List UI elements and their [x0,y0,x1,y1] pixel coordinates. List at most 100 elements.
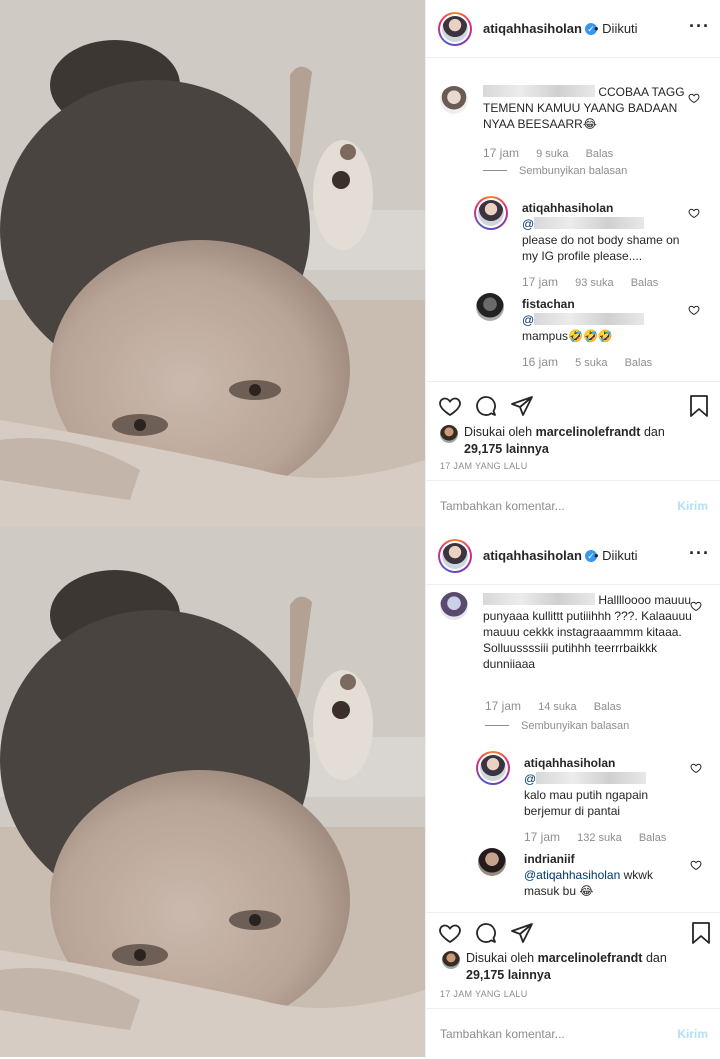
reply-author-avatar[interactable] [476,751,510,785]
likes-count[interactable]: 29,175 lainnya [466,968,551,982]
reply-button[interactable]: Balas [631,277,659,289]
comment-body: CCOBAA TAGG TEMENN KAMUU YAANG BADAAN NY… [483,84,693,132]
reply-meta: 17 jam 93 suka Balas [522,275,672,289]
mention-link[interactable]: @ [524,772,536,786]
hide-replies-button[interactable]: Sembunyikan balasan [485,720,629,732]
reply-username[interactable]: atiqahhasiholan [524,755,684,771]
like-heart-icon[interactable] [438,394,462,418]
likes-count[interactable]: 29,175 lainnya [464,442,549,456]
reply-time[interactable]: 16 jam [522,355,558,369]
follow-status[interactable]: • Diikuti [594,548,638,563]
author-username[interactable]: atiqahhasiholan ✓ [483,548,597,563]
liker-avatar[interactable] [442,951,460,969]
like-reply-heart-icon[interactable] [690,762,702,774]
author-avatar[interactable] [438,539,472,573]
liker-avatar[interactable] [440,425,458,443]
reply-author-avatar[interactable] [478,848,506,876]
post-timestamp[interactable]: 17 JAM YANG LALU [440,989,528,999]
blurred-mention [534,313,645,325]
comment-body: Halllloooo mauuu punyaaa kullittt putiii… [483,592,693,672]
author-username-text[interactable]: atiqahhasiholan [483,21,582,36]
post-timestamp[interactable]: 17 JAM YANG LALU [440,461,528,471]
reply-button[interactable]: Balas [586,148,614,160]
likes-summary: Disukai oleh marcelinolefrandt dan 29,17… [466,950,706,984]
liked-by-user[interactable]: marcelinolefrandt [538,951,643,965]
share-paper-plane-icon[interactable] [510,394,534,418]
like-reply-heart-icon[interactable] [688,304,700,316]
post-actions: Disukai oleh marcelinolefrandt dan 29,17… [426,912,720,1008]
post-comment-button[interactable]: Kirim [677,1027,708,1041]
follow-status[interactable]: • Diikuti [594,21,638,36]
comment-meta: 17 jam 14 suka Balas [485,699,635,713]
like-reply-heart-icon[interactable] [688,207,700,219]
reply-username[interactable]: fistachan [522,296,682,312]
reply-time[interactable]: 17 jam [524,830,560,844]
reply-author-avatar[interactable] [476,293,504,321]
blurred-mention [536,772,647,784]
reply-body: atiqahhasiholan @ kalo mau putih ngapain… [524,755,684,819]
like-heart-icon[interactable] [438,921,462,945]
beach-selfie-image [0,0,425,527]
post-photo[interactable] [0,0,425,527]
liked-and-label: dan [645,951,667,965]
add-comment-input[interactable]: Tambahkan komentar... [440,1027,565,1041]
add-comment-input[interactable]: Tambahkan komentar... [440,499,565,513]
reply-likes[interactable]: 5 suka [575,357,607,369]
reply-button[interactable]: Balas [625,357,653,369]
comment-bubble-icon[interactable] [474,394,498,418]
liked-by-label: Disukai oleh [464,425,533,439]
comment-likes[interactable]: 14 suka [538,701,577,713]
reply-button[interactable]: Balas [639,832,667,844]
like-comment-heart-icon[interactable] [690,600,702,612]
post-sidebar: atiqahhasiholan ✓ • Diikuti ··· CCOBAA TA… [425,0,720,527]
liked-by-user[interactable]: marcelinolefrandt [536,425,641,439]
reply-body: fistachan @ mampus🤣🤣🤣 [522,296,682,344]
more-options-icon[interactable]: ··· [689,16,710,37]
mention-link[interactable]: @ [522,217,534,231]
share-paper-plane-icon[interactable] [510,921,534,945]
reply-username[interactable]: atiqahhasiholan [522,200,682,216]
comment-likes[interactable]: 9 suka [536,148,568,160]
commenter-avatar[interactable] [440,592,468,620]
comment-list[interactable]: CCOBAA TAGG TEMENN KAMUU YAANG BADAAN NY… [426,59,720,381]
reply-meta: 16 jam 5 suka Balas [522,355,666,369]
more-options-icon[interactable]: ··· [689,543,710,564]
reply-username[interactable]: indrianiif [524,851,684,867]
post-panel-1: atiqahhasiholan ✓ • Diikuti ··· CCOBAA TA… [0,0,720,527]
blurred-username [483,593,595,605]
author-username-text[interactable]: atiqahhasiholan [483,548,582,563]
mention-link[interactable]: @ [522,313,534,327]
mention-link[interactable]: @atiqahhasiholan [524,868,620,882]
post-photo[interactable] [0,527,425,1057]
likes-summary: Disukai oleh marcelinolefrandt dan 29,17… [464,424,704,458]
reply-text: please do not body shame on my IG profil… [522,233,680,263]
reply-likes[interactable]: 93 suka [575,277,614,289]
reply-time[interactable]: 17 jam [522,275,558,289]
commenter-avatar[interactable] [440,86,468,114]
author-username[interactable]: atiqahhasiholan ✓ [483,21,597,36]
author-avatar[interactable] [438,12,472,46]
comment-list[interactable]: Halllloooo mauuu punyaaa kullittt putiii… [426,586,720,912]
post-header: atiqahhasiholan ✓ • Diikuti ··· [426,0,720,58]
hide-replies-button[interactable]: Sembunyikan balasan [483,165,627,177]
liked-by-label: Disukai oleh [466,951,535,965]
reply-likes[interactable]: 132 suka [577,832,622,844]
comment-time[interactable]: 17 jam [483,146,519,160]
bookmark-icon[interactable] [688,394,710,418]
reply-author-avatar[interactable] [474,196,508,230]
reply-text: kalo mau putih ngapain berjemur di panta… [524,788,649,818]
reply-meta: 17 jam 132 suka Balas [524,830,680,844]
post-comment-button[interactable]: Kirim [677,499,708,513]
bookmark-icon[interactable] [690,921,712,945]
reply-body: indrianiif @atiqahhasiholan wkwk masuk b… [524,851,684,899]
post-header: atiqahhasiholan ✓ • Diikuti ··· [426,527,720,585]
like-reply-heart-icon[interactable] [690,859,702,871]
comment-bubble-icon[interactable] [474,921,498,945]
comment-time[interactable]: 17 jam [485,699,521,713]
beach-selfie-image [0,527,425,1057]
reply-body: atiqahhasiholan @ please do not body sha… [522,200,682,264]
reply-button[interactable]: Balas [594,701,622,713]
reply-text: mampus🤣🤣🤣 [522,329,613,343]
like-comment-heart-icon[interactable] [688,92,700,104]
post-sidebar: atiqahhasiholan ✓ • Diikuti ··· Hallllooo… [425,527,720,1057]
